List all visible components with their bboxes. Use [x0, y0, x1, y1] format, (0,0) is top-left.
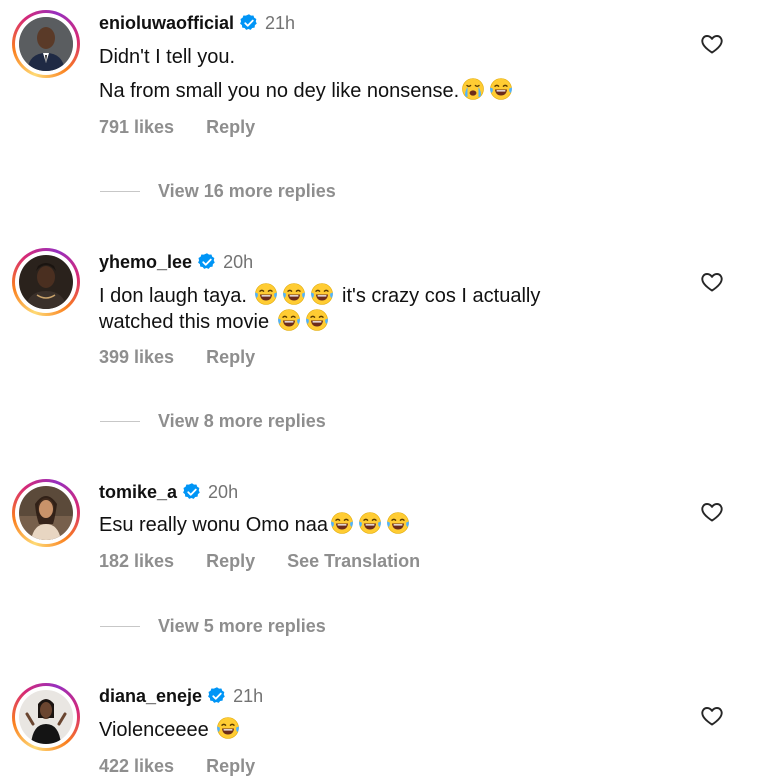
comment-text-line: I don laugh taya.	[99, 285, 247, 307]
face-with-tears-of-joy-icon	[305, 308, 329, 332]
face-with-tears-of-joy-icon	[254, 282, 278, 306]
comment-timestamp: 21h	[233, 685, 264, 706]
comment-text-line: Didn't I tell you.	[99, 46, 236, 68]
avatar-story-ring[interactable]	[12, 683, 80, 751]
verified-badge-icon	[197, 252, 217, 272]
comment-timestamp: 20h	[223, 251, 254, 272]
avatar[interactable]	[19, 255, 73, 309]
reply-button[interactable]: Reply	[206, 756, 255, 777]
face-with-tears-of-joy-icon	[489, 77, 513, 101]
view-more-replies-button[interactable]: View 5 more replies	[100, 616, 326, 637]
replies-divider-line	[100, 191, 140, 192]
comment-text: I don laugh taya. it's crazy cos I actua…	[99, 282, 540, 309]
face-with-tears-of-joy-icon	[310, 282, 334, 306]
likes-count[interactable]: 399 likes	[99, 347, 174, 368]
comment-text-line: Esu really wonu Omo naa	[99, 514, 329, 536]
view-replies-label: View 8 more replies	[158, 411, 326, 431]
verified-badge-icon	[239, 13, 259, 33]
likes-count[interactable]: 182 likes	[99, 551, 174, 572]
comment-text-line: Violenceeee	[99, 719, 209, 741]
comment-timestamp: 20h	[208, 481, 239, 502]
comment-username[interactable]: yhemo_lee	[99, 252, 192, 273]
reply-button[interactable]: Reply	[206, 551, 255, 572]
likes-count[interactable]: 422 likes	[99, 756, 174, 777]
comment-text: watched this movie	[99, 308, 331, 335]
face-with-tears-of-joy-icon	[358, 511, 382, 535]
comment-text: Didn't I tell you.	[99, 44, 235, 70]
comment-text: Esu really wonu Omo naa	[99, 511, 412, 538]
face-with-tears-of-joy-icon	[386, 511, 410, 535]
avatar[interactable]	[19, 17, 73, 71]
face-with-tears-of-joy-icon	[216, 716, 240, 740]
replies-divider-line	[100, 626, 140, 627]
comment-text-line: Na from small you no dey like nonsense.	[99, 80, 460, 102]
comment-text-line: it's crazy cos I actually	[342, 285, 541, 307]
avatar[interactable]	[19, 486, 73, 540]
loudly-crying-face-icon	[461, 77, 485, 101]
avatar-story-ring[interactable]	[12, 248, 80, 316]
view-replies-label: View 5 more replies	[158, 616, 326, 636]
comment-text-line: watched this movie	[99, 311, 270, 333]
comment-timestamp: 21h	[265, 12, 296, 33]
comment-username[interactable]: tomike_a	[99, 482, 177, 503]
face-with-tears-of-joy-icon	[330, 511, 354, 535]
heart-outline-icon[interactable]	[700, 704, 724, 728]
avatar[interactable]	[19, 690, 73, 744]
view-replies-label: View 16 more replies	[158, 181, 336, 201]
heart-outline-icon[interactable]	[700, 32, 724, 56]
heart-outline-icon[interactable]	[700, 270, 724, 294]
comment-username[interactable]: enioluwaofficial	[99, 13, 234, 34]
avatar-story-ring[interactable]	[12, 10, 80, 78]
reply-button[interactable]: Reply	[206, 117, 255, 138]
face-with-tears-of-joy-icon	[282, 282, 306, 306]
avatar-story-ring[interactable]	[12, 479, 80, 547]
comment-text: Na from small you no dey like nonsense.	[99, 77, 515, 104]
face-with-tears-of-joy-icon	[277, 308, 301, 332]
verified-badge-icon	[207, 686, 227, 706]
view-more-replies-button[interactable]: View 8 more replies	[100, 411, 326, 432]
view-more-replies-button[interactable]: View 16 more replies	[100, 181, 336, 202]
comment-text: Violenceeee	[99, 716, 242, 743]
replies-divider-line	[100, 421, 140, 422]
likes-count[interactable]: 791 likes	[99, 117, 174, 138]
verified-badge-icon	[182, 482, 202, 502]
see-translation-button[interactable]: See Translation	[287, 551, 420, 572]
reply-button[interactable]: Reply	[206, 347, 255, 368]
comment-username[interactable]: diana_eneje	[99, 686, 202, 707]
heart-outline-icon[interactable]	[700, 500, 724, 524]
